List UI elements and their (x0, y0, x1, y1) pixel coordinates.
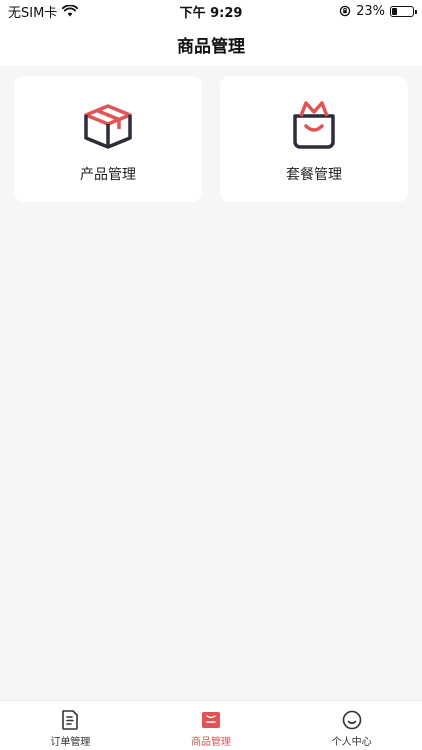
package-management-label: 套餐管理 (286, 167, 342, 183)
product-management-label: 产品管理 (80, 167, 136, 183)
nav-header: 商品管理 (0, 22, 422, 66)
status-bar: 无SIM卡 下午 9:29 23% (0, 0, 422, 22)
carrier-text: 无SIM卡 (8, 5, 58, 21)
goods-bag-icon (202, 712, 220, 728)
smiley-face-icon (342, 710, 361, 730)
tab-goods-management[interactable]: 商品管理 (141, 701, 282, 750)
tab-personal-center[interactable]: 个人中心 (281, 701, 422, 750)
battery-icon (390, 5, 417, 17)
tab-goods-label: 商品管理 (191, 737, 231, 748)
tab-order-management[interactable]: 订单管理 (0, 701, 141, 750)
orientation-lock-icon (339, 5, 351, 17)
battery-percent: 23% (356, 3, 385, 19)
tab-order-label: 订单管理 (50, 737, 91, 748)
package-management-card[interactable]: 套餐管理 (220, 76, 408, 202)
tab-bar: 订单管理 商品管理 个人中心 (0, 700, 422, 750)
battery-level (392, 7, 397, 15)
tab-personal-label: 个人中心 (331, 737, 372, 748)
page-title: 商品管理 (177, 36, 245, 57)
product-box-icon (84, 104, 132, 149)
status-left: 无SIM卡 (8, 2, 79, 21)
wifi-icon (62, 5, 79, 17)
package-bag-icon (293, 101, 335, 149)
product-management-card[interactable]: 产品管理 (14, 76, 202, 202)
main-content: 产品管理 套餐管理 (0, 66, 422, 700)
order-document-icon (62, 710, 79, 730)
status-right: 23% (339, 3, 417, 19)
